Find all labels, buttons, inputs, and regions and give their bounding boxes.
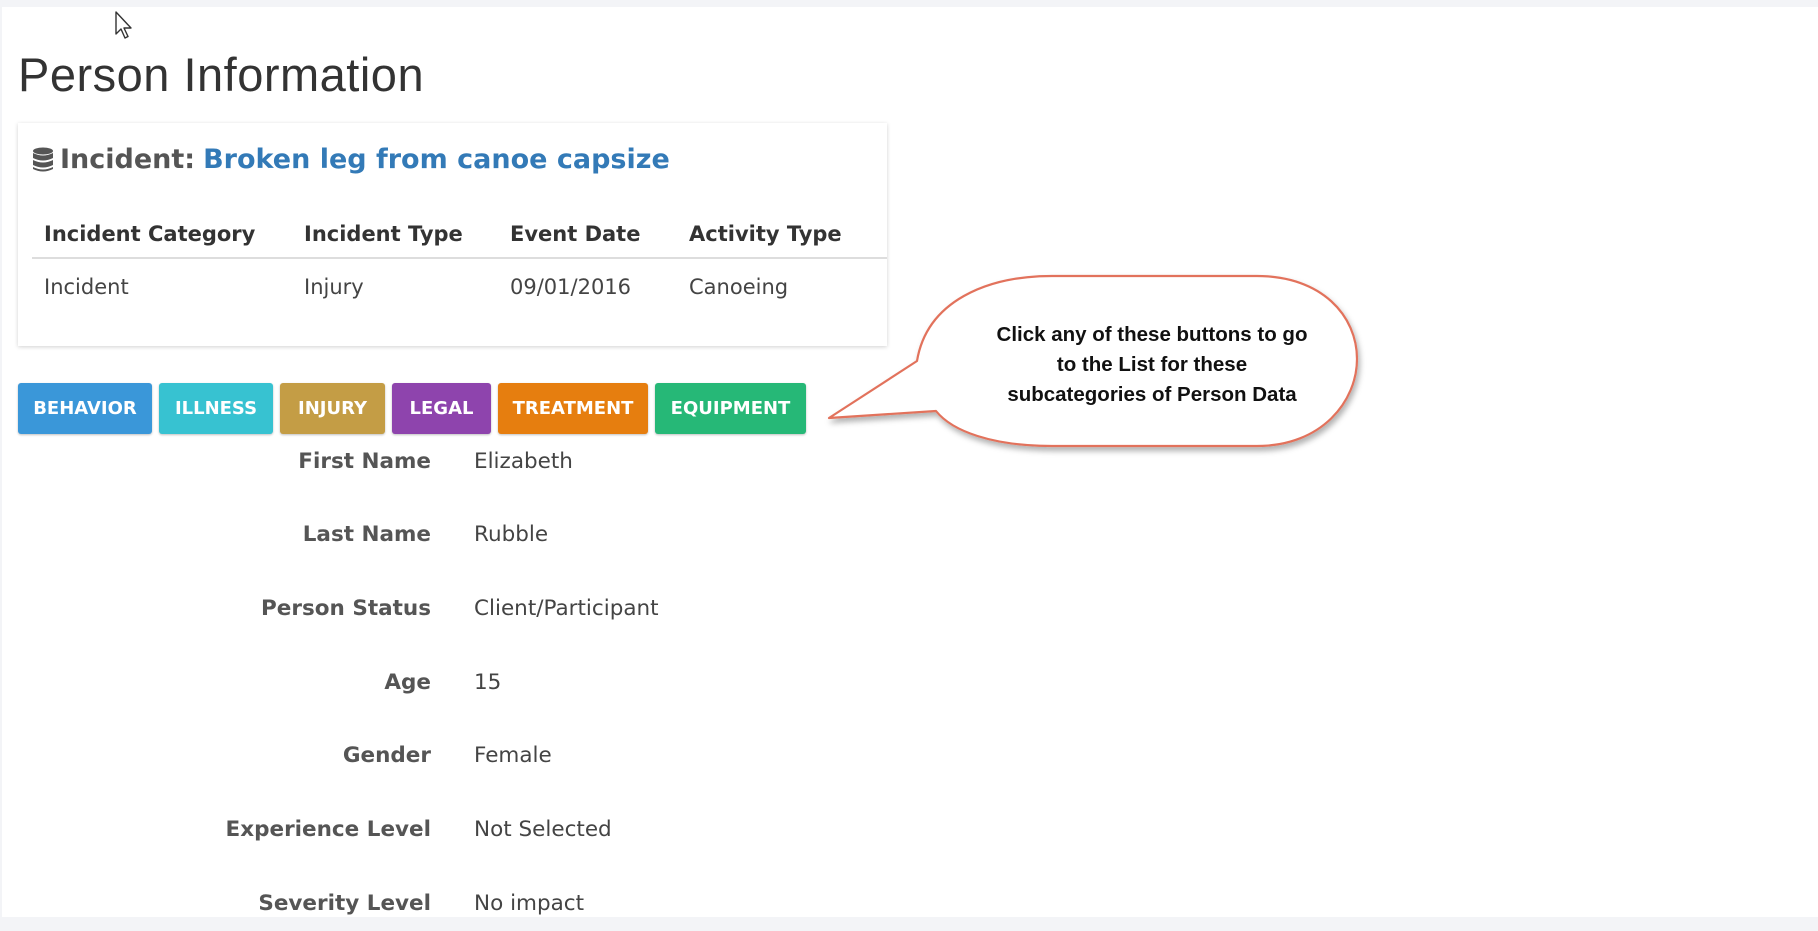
detail-row-experience-level: Experience Level Not Selected xyxy=(2,817,902,857)
severity-level-label: Severity Level xyxy=(258,891,431,916)
detail-row-first-name: First Name Elizabeth xyxy=(2,449,902,489)
incident-heading: Incident: Broken leg from canoe capsize xyxy=(32,144,670,175)
experience-level-value: Not Selected xyxy=(474,817,612,842)
subcategory-button-bar: BEHAVIOR ILLNESS INJURY LEGAL TREATMENT … xyxy=(18,383,813,434)
mouse-cursor-icon xyxy=(115,11,132,39)
gender-label: Gender xyxy=(342,743,431,768)
illness-button[interactable]: ILLNESS xyxy=(159,383,273,434)
gender-value: Female xyxy=(474,743,552,768)
equipment-button[interactable]: EQUIPMENT xyxy=(655,383,806,434)
callout-text: Click any of these buttons to go to the … xyxy=(996,323,1308,406)
cell-event-date: 09/01/2016 xyxy=(510,275,632,299)
cell-incident-type: Injury xyxy=(304,275,364,299)
injury-button[interactable]: INJURY xyxy=(280,383,385,434)
treatment-button[interactable]: TREATMENT xyxy=(498,383,648,434)
database-icon xyxy=(33,147,53,171)
incident-prefix: Incident: xyxy=(60,144,196,175)
age-label: Age xyxy=(384,670,431,695)
severity-level-value: No impact xyxy=(474,891,585,916)
person-status-value: Client/Participant xyxy=(474,596,659,621)
last-name-value: Rubble xyxy=(474,522,549,547)
behavior-button[interactable]: BEHAVIOR xyxy=(18,383,152,434)
page-title: Person Information xyxy=(18,48,425,101)
column-header-event-date: Event Date xyxy=(498,210,677,259)
detail-row-person-status: Person Status Client/Participant xyxy=(2,596,902,636)
incident-card: Incident: Broken leg from canoe capsize … xyxy=(18,123,887,346)
detail-row-gender: Gender Female xyxy=(2,743,902,783)
column-header-incident-type: Incident Type xyxy=(292,210,498,259)
age-value: 15 xyxy=(474,670,502,695)
detail-row-last-name: Last Name Rubble xyxy=(2,522,902,562)
detail-row-age: Age 15 xyxy=(2,670,902,710)
legal-button[interactable]: LEGAL xyxy=(392,383,491,434)
person-status-label: Person Status xyxy=(261,596,431,621)
column-header-incident-category: Incident Category xyxy=(32,210,292,259)
last-name-label: Last Name xyxy=(302,522,431,547)
column-header-activity-type: Activity Type xyxy=(677,210,887,259)
incident-table: Incident Category Incident Type Event Da… xyxy=(32,210,887,311)
page-container: Person Information Incident: Broken leg … xyxy=(2,7,1818,917)
table-header-row: Incident Category Incident Type Event Da… xyxy=(32,210,887,259)
cell-incident-category: Incident xyxy=(44,275,129,299)
detail-row-severity-level: Severity Level No impact xyxy=(2,891,902,931)
first-name-value: Elizabeth xyxy=(474,449,573,474)
experience-level-label: Experience Level xyxy=(225,817,431,842)
table-row: Incident Injury 09/01/2016 Canoeing xyxy=(32,258,887,311)
first-name-label: First Name xyxy=(298,449,431,474)
incident-name-link[interactable]: Broken leg from canoe capsize xyxy=(203,144,670,175)
